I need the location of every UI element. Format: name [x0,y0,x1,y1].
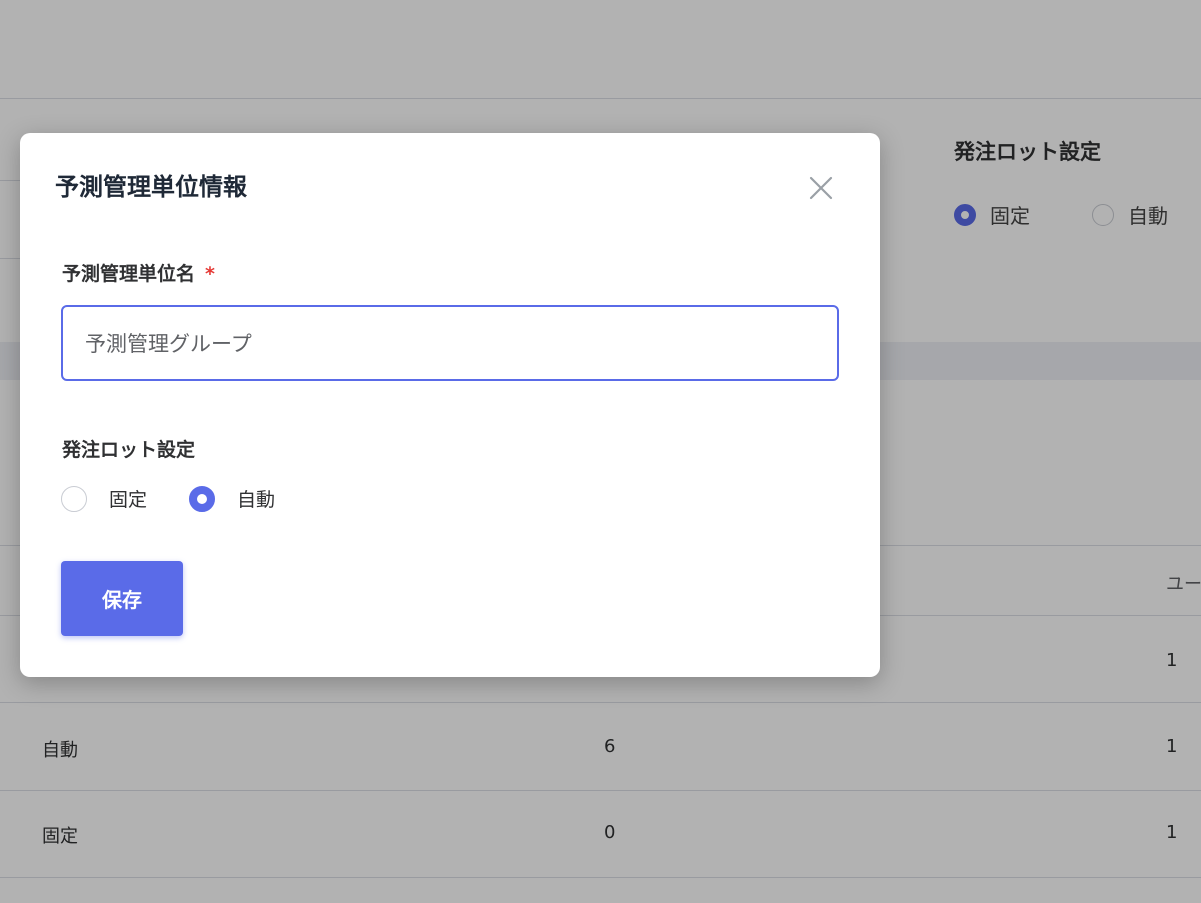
lot-setting-radio-group: 固定 自動 [61,485,317,512]
forecast-unit-dialog: 予測管理単位情報 予測管理単位名 * 発注ロット設定 固定 自動 保存 [20,133,880,677]
radio-label: 固定 [109,489,148,511]
save-button[interactable]: 保存 [61,561,183,636]
close-button[interactable] [806,173,836,203]
dialog-title: 予測管理単位情報 [55,173,247,201]
name-field-label: 予測管理単位名 * [62,259,215,286]
forecast-unit-name-input[interactable] [61,305,839,381]
radio-unselected-icon [61,485,87,512]
name-field-label-text: 予測管理単位名 [62,263,196,285]
radio-label: 自動 [237,489,276,511]
lot-setting-label: 発注ロット設定 [62,439,196,461]
radio-auto[interactable]: 自動 [189,485,275,512]
required-mark: * [205,263,215,285]
radio-fixed[interactable]: 固定 [61,485,147,512]
radio-selected-icon [189,485,216,512]
close-icon [809,176,833,200]
